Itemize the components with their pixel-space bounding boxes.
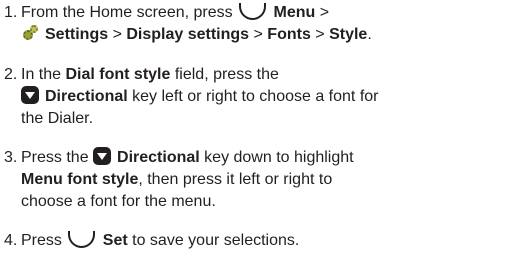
directional-key-icon (21, 86, 39, 104)
text-run: key down to highlight (199, 149, 354, 166)
dial-font-style-label: Dial font style (65, 66, 171, 83)
step-text: Press Set to save your selections. (21, 230, 509, 252)
display-settings-label: Display settings (126, 26, 250, 43)
text-run: the Dialer. (21, 110, 94, 127)
step-text: From the Home screen, press Menu > Settin… (21, 2, 509, 46)
text-run: . (367, 26, 372, 43)
directional-key-icon (93, 147, 112, 165)
step-2: 2. In the Dial font style field, press t… (4, 64, 509, 130)
text-run: > (315, 4, 330, 21)
directional-label: Directional (117, 149, 200, 166)
step-1: 1. From the Home screen, press Menu > Set… (4, 2, 509, 46)
text-run: In the (21, 66, 66, 83)
menu-label: Menu (269, 4, 316, 21)
text-run: > (310, 26, 330, 43)
menu-font-style-label: Menu font style (21, 171, 139, 188)
step-text: Press the Directional key down to highli… (21, 147, 509, 213)
step-number: 4. (4, 232, 18, 249)
text-run: , then press it left or right to (138, 171, 333, 188)
text-run: field, press the (170, 66, 279, 83)
settings-icon (21, 24, 40, 42)
text-run: choose a font for the menu. (21, 193, 216, 210)
step-number: 1. (4, 4, 18, 21)
softkey-icon (68, 231, 96, 248)
softkey-icon (239, 3, 267, 20)
step-number: 3. (4, 149, 18, 166)
text-run: to save your selections. (127, 232, 300, 249)
text-run: > (249, 26, 268, 43)
step-4: 4. Press Set to save your selections. (4, 230, 509, 252)
step-number: 2. (4, 66, 18, 83)
settings-label: Settings (45, 26, 109, 43)
text-run: From the Home screen, press (21, 4, 238, 21)
text-run: Press (21, 232, 67, 249)
text-run: > (108, 26, 127, 43)
step-3: 3. Press the Directional key down to hig… (4, 147, 509, 213)
text-run: Press the (21, 149, 94, 166)
set-label: Set (98, 232, 128, 249)
text-run: key left or right to choose a font for (127, 88, 379, 105)
style-label: Style (329, 26, 368, 43)
fonts-label: Fonts (267, 26, 311, 43)
directional-label: Directional (45, 88, 128, 105)
step-text: In the Dial font style field, press the D… (21, 64, 509, 130)
instruction-steps: 1. From the Home screen, press Menu > Set… (0, 0, 513, 276)
